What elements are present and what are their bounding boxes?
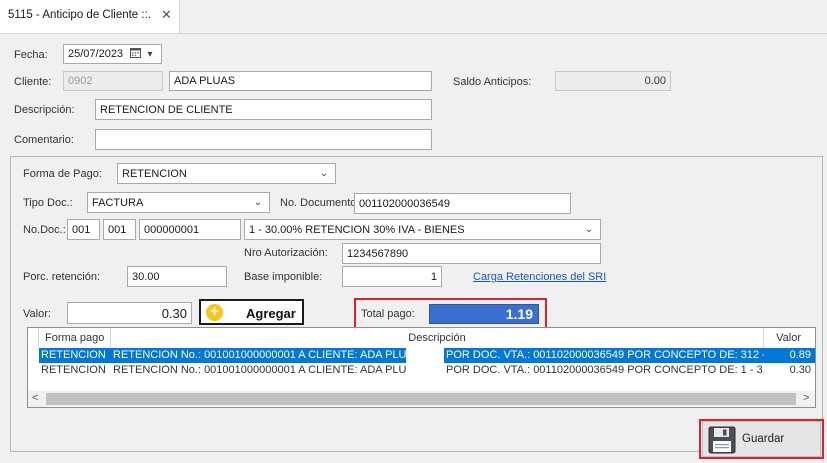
cliente-name-field[interactable]: ADA PLUAS (169, 71, 432, 91)
tipo-doc-select[interactable]: FACTURA ⌄ (87, 192, 270, 213)
grid-header-forma-pago[interactable]: Forma pago (39, 328, 111, 348)
cell-descripcion-right: POR DOC. VTA.: 001102000036549 POR CONCE… (446, 364, 764, 376)
guardar-label: Guardar (742, 433, 785, 445)
chevron-down-icon: ⌄ (584, 224, 594, 235)
chevron-down-icon[interactable]: ▾ (143, 49, 157, 60)
cell-descripcion-left: RETENCION No.: 001001000000001 A CLIENTE… (113, 349, 406, 361)
forma-pago-label: Forma de Pago: (23, 168, 102, 180)
floppy-disk-icon (708, 426, 736, 457)
close-icon[interactable]: ✕ (161, 7, 172, 23)
table-row[interactable]: RETENCION RETENCION No.: 001001000000001… (28, 363, 815, 378)
descripcion-field[interactable]: RETENCION DE CLIENTE (95, 99, 432, 120)
cell-forma-pago: RETENCION (41, 364, 106, 376)
grid-header-valor[interactable]: Valor (764, 328, 815, 348)
nodoc-label: No.Doc.: (23, 224, 66, 236)
valor-label: Valor: (23, 308, 51, 320)
cliente-code-field: 0902 (63, 71, 163, 91)
descripcion-label: Descripción: (14, 104, 75, 116)
cell-descripcion-right: POR DOC. VTA.: 001102000036549 POR CONCE… (446, 349, 764, 361)
fecha-label: Fecha: (14, 49, 48, 61)
grid-header: Forma pago Descripción Valor (28, 328, 815, 349)
no-documento-field[interactable]: 001102000036549 (354, 193, 571, 214)
porc-retencion-field[interactable]: 30.00 (127, 266, 227, 287)
agregar-label: Agregar (246, 306, 296, 321)
chevron-down-icon: ⌄ (253, 197, 263, 208)
plus-circle-icon: + (206, 304, 223, 321)
comentario-field[interactable] (95, 129, 432, 150)
row-indicator (28, 348, 39, 363)
no-documento-label: No. Documento: (280, 197, 360, 209)
total-pago-value: 1.19 (429, 304, 539, 324)
table-row[interactable]: RETENCION RETENCION No.: 001001000000001… (28, 348, 815, 363)
guardar-button[interactable]: Guardar (702, 421, 821, 457)
tab-title: 5115 - Anticipo de Cliente ::. (8, 9, 151, 21)
payments-grid[interactable]: Forma pago Descripción Valor RETENCION R… (27, 327, 816, 408)
grid-header-descripcion[interactable]: Descripción (111, 328, 764, 348)
base-imponible-field[interactable]: 1 (342, 266, 442, 287)
carga-retenciones-link[interactable]: Carga Retenciones del SRI (473, 271, 606, 283)
base-imponible-label: Base imponible: (244, 271, 323, 283)
cell-gap (406, 348, 444, 363)
cell-valor: 0.89 (789, 349, 811, 361)
horizontal-scrollbar[interactable]: < > (28, 391, 815, 407)
saldo-anticipos-field: 0.00 (555, 71, 671, 91)
cell-descripcion-left: RETENCION No.: 001001000000001 A CLIENTE… (113, 364, 406, 376)
tipo-doc-label: Tipo Doc.: (23, 197, 73, 209)
porc-retencion-label: Porc. retención: (23, 271, 101, 283)
fecha-picker[interactable]: 25/07/2023 ▾ (63, 44, 162, 64)
nodoc-punto-emision-field[interactable]: 001 (103, 219, 136, 240)
chevron-down-icon: ⌄ (319, 168, 329, 179)
saldo-anticipos-label: Saldo Anticipos: (453, 76, 532, 88)
calendar-icon[interactable] (130, 47, 142, 61)
cell-valor: 0.30 (789, 364, 811, 376)
nodoc-establecimiento-field[interactable]: 001 (67, 219, 100, 240)
tab-strip: 5115 - Anticipo de Cliente ::. ✕ (0, 0, 827, 34)
tab-anticipo-cliente[interactable]: 5115 - Anticipo de Cliente ::. ✕ (0, 0, 180, 33)
valor-field[interactable]: 0.30 (67, 302, 192, 324)
nodoc-secuencial-field[interactable]: 000000001 (139, 219, 241, 240)
scrollbar-thumb[interactable] (46, 393, 796, 405)
cliente-label: Cliente: (14, 76, 52, 88)
agregar-button[interactable]: + Agregar (199, 299, 304, 325)
scroll-right-arrow[interactable]: > (803, 392, 809, 404)
fecha-value: 25/07/2023 (68, 48, 124, 60)
retencion-concepto-value: 1 - 30.00% RETENCION 30% IVA - BIENES (249, 223, 465, 236)
cell-forma-pago: RETENCION (41, 349, 106, 361)
comentario-label: Comentario: (14, 134, 74, 146)
nro-autorizacion-label: Nro Autorización: (244, 247, 328, 259)
forma-pago-select[interactable]: RETENCION ⌄ (117, 163, 336, 184)
row-indicator (28, 363, 39, 378)
scroll-left-arrow[interactable]: < (32, 392, 38, 404)
forma-pago-value: RETENCION (122, 167, 187, 180)
retencion-concepto-select[interactable]: 1 - 30.00% RETENCION 30% IVA - BIENES ⌄ (244, 219, 601, 240)
grid-row-indicator-header (28, 328, 39, 348)
nro-autorizacion-field[interactable]: 1234567890 (342, 243, 601, 264)
total-pago-label: Total pago: (361, 308, 415, 320)
tipo-doc-value: FACTURA (92, 196, 144, 209)
